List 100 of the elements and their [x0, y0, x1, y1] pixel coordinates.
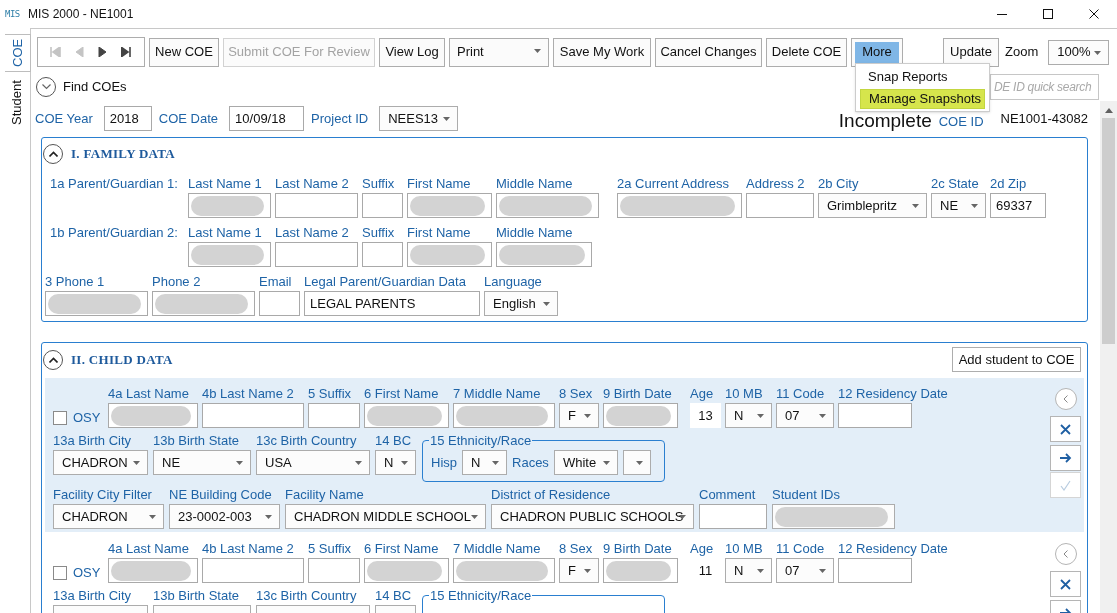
text-field[interactable]	[699, 504, 767, 529]
field-label: 4a Last Name	[108, 385, 189, 402]
field-label: 13a Birth City	[53, 432, 132, 449]
field-label: Suffix	[362, 175, 395, 192]
dropdown-field[interactable]: N	[462, 450, 507, 475]
text-field[interactable]	[453, 403, 555, 428]
toolbar-button[interactable]: New COE	[149, 37, 219, 67]
text-field[interactable]	[838, 558, 912, 583]
text-field[interactable]	[275, 193, 358, 218]
text-field[interactable]	[152, 291, 255, 316]
text-field[interactable]	[108, 403, 198, 428]
scrollbar[interactable]	[1100, 101, 1117, 613]
next-button[interactable]	[1050, 445, 1081, 471]
text-field[interactable]	[496, 242, 592, 267]
dropdown-field[interactable]: 100%	[1048, 39, 1110, 65]
chevron-left-icon	[1063, 550, 1068, 558]
field-label: COE Year	[35, 109, 93, 128]
text-field[interactable]	[617, 193, 742, 218]
dropdown-field[interactable]: Grimblepritz	[818, 193, 927, 218]
text-field[interactable]	[407, 242, 492, 267]
print-dropdown[interactable]: Print	[449, 37, 549, 67]
text-field[interactable]	[259, 291, 300, 316]
text-field[interactable]	[362, 193, 403, 218]
redaction-mark	[606, 406, 671, 426]
dropdown-caret-icon	[912, 204, 919, 208]
text-field[interactable]	[308, 403, 360, 428]
dropdown-field[interactable]: CHADRON	[53, 450, 148, 475]
text-field[interactable]: 2018	[103, 106, 152, 131]
menu-item[interactable]: Snap Reports	[860, 66, 985, 87]
text-field[interactable]	[364, 558, 449, 583]
text-field[interactable]	[275, 242, 358, 267]
remove-button[interactable]	[1050, 416, 1081, 442]
dropdown-field[interactable]: F	[559, 403, 599, 428]
text-field[interactable]	[603, 403, 678, 428]
search-field[interactable]: DE ID quick search	[990, 74, 1099, 100]
text-field[interactable]	[746, 193, 814, 218]
toolbar-button[interactable]: Delete COE	[766, 37, 847, 67]
toolbar-button[interactable]: Cancel Changes	[655, 37, 762, 67]
dropdown-field[interactable]: CHADRON PUBLIC SCHOOLS	[491, 504, 694, 529]
menu-item[interactable]: Manage Snapshots	[860, 89, 985, 109]
dropdown-field[interactable]	[772, 504, 895, 529]
field-label: 9 Birth Date	[603, 540, 672, 557]
chevron-down-icon	[41, 84, 51, 90]
dropdown-field[interactable]: 07	[776, 558, 834, 583]
side-tab[interactable]: COE	[5, 34, 31, 72]
text-field[interactable]	[364, 403, 449, 428]
text-field[interactable]	[496, 193, 599, 218]
text-field[interactable]	[188, 193, 271, 218]
text-field[interactable]	[202, 403, 304, 428]
dropdown-caret-icon	[265, 515, 272, 519]
dropdown-field[interactable]: N	[725, 403, 772, 428]
dropdown-field[interactable]: NE	[153, 450, 251, 475]
text-field[interactable]	[838, 403, 912, 428]
text-field[interactable]	[308, 558, 360, 583]
back-button[interactable]	[1054, 388, 1077, 410]
dropdown-field[interactable]: CHADRON	[53, 504, 164, 529]
dropdown-field[interactable]: White	[553, 450, 618, 475]
dropdown-caret-icon	[584, 414, 591, 418]
text-field[interactable]: LEGAL PARENTS	[304, 291, 480, 316]
field-label: 14 BC	[375, 432, 412, 449]
checkbox[interactable]	[53, 565, 67, 580]
text-field[interactable]: 10/09/18	[229, 106, 305, 131]
text-field[interactable]	[453, 558, 555, 583]
toolbar-button[interactable]: View Log	[379, 37, 445, 67]
side-tab[interactable]: Student	[4, 76, 30, 130]
dropdown-field[interactable]: N	[375, 450, 416, 475]
remove-button[interactable]	[1050, 571, 1081, 597]
triangle-left-icon	[73, 47, 85, 57]
text-field[interactable]	[407, 193, 492, 218]
dropdown-field[interactable]: NEES13	[379, 106, 459, 131]
dropdown-field[interactable]: English	[484, 291, 558, 316]
text-field[interactable]	[603, 558, 678, 583]
add-student-button[interactable]: Add student to COE	[952, 347, 1081, 372]
dropdown-field[interactable]: USA	[256, 450, 370, 475]
field-label: 5 Suffix	[308, 385, 352, 402]
toolbar-button[interactable]: Save My Work	[553, 37, 651, 67]
text-field[interactable]: 69337	[990, 193, 1046, 218]
text-field[interactable]	[45, 291, 148, 316]
text-field[interactable]	[202, 558, 304, 583]
maximize-icon	[1043, 9, 1053, 19]
x-icon	[1060, 578, 1071, 590]
field-label: COE ID	[938, 114, 984, 129]
dropdown-field[interactable]: 23-0002-003	[169, 504, 280, 529]
dropdown-field[interactable]: CHADRON MIDDLE SCHOOL	[285, 504, 486, 529]
field-label: Races	[512, 453, 549, 472]
dropdown-field[interactable]: F	[559, 558, 599, 583]
checkbox[interactable]	[53, 410, 67, 425]
text-field[interactable]	[362, 242, 403, 267]
scrollbar-thumb[interactable]	[1102, 118, 1115, 344]
field-label: First Name	[407, 175, 471, 192]
text-field[interactable]	[188, 242, 271, 267]
dropdown-field[interactable]: NE	[931, 193, 986, 218]
field-label: 2c State	[931, 175, 979, 192]
field-label: Email	[259, 273, 292, 290]
text-field[interactable]	[108, 558, 198, 583]
dropdown-field[interactable]: 07	[776, 403, 834, 428]
back-button[interactable]	[1054, 543, 1077, 565]
dropdown-field[interactable]	[622, 450, 651, 475]
dropdown-field[interactable]: N	[725, 558, 772, 583]
x-icon	[1060, 423, 1071, 435]
